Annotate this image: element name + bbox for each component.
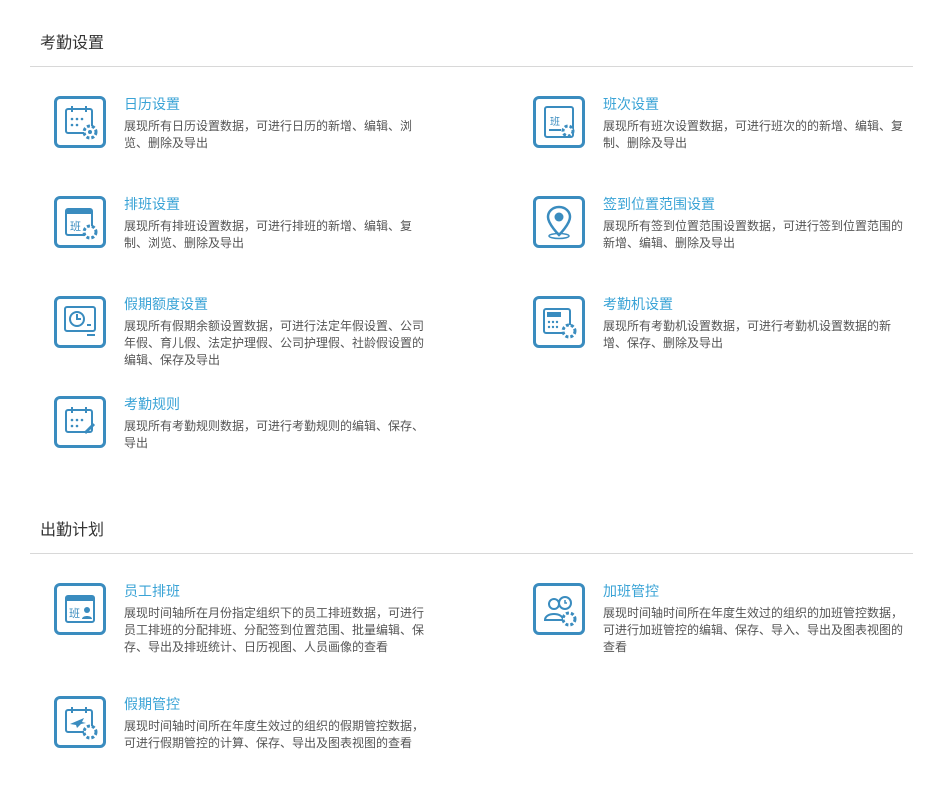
item-attendance-rules[interactable]: 考勤规则 展现所有考勤规则数据，可进行考勤规则的编辑、保存、导出	[54, 396, 474, 476]
item-title[interactable]: 假期管控	[124, 696, 180, 714]
item-title[interactable]: 考勤机设置	[603, 296, 673, 314]
employee-schedule-icon: 班	[54, 583, 106, 635]
item-overtime-control[interactable]: 加班管控 展现时间轴时间所在年度生效过的组织的加班管控数据，可进行加班管控的编辑…	[533, 583, 941, 663]
item-description: 展现时间轴时间所在年度生效过的组织的加班管控数据，可进行加班管控的编辑、保存、导…	[603, 606, 904, 654]
section-divider	[30, 553, 913, 554]
overtime-control-icon	[533, 583, 585, 635]
item-attendance-machine-settings[interactable]: 考勤机设置 展现所有考勤机设置数据，可进行考勤机设置数据的新增、保存、删除及导出	[533, 296, 941, 376]
section-attendance-plan: 出勤计划 班 员工排班 展现时间轴所在月份指定组织下的员工排班数据，可进行员工排…	[30, 520, 913, 800]
section-title: 出勤计划	[40, 520, 105, 539]
item-title[interactable]: 考勤规则	[124, 396, 180, 414]
item-description: 展现所有考勤规则数据，可进行考勤规则的编辑、保存、导出	[124, 419, 425, 450]
calendar-settings-icon	[54, 96, 106, 148]
attendance-rules-icon	[54, 396, 106, 448]
item-description: 展现所有考勤机设置数据，可进行考勤机设置数据的新增、保存、删除及导出	[603, 319, 892, 350]
shift-settings-icon: 班	[533, 96, 585, 148]
item-title[interactable]: 日历设置	[124, 96, 180, 114]
item-title[interactable]: 排班设置	[124, 196, 180, 214]
item-title[interactable]: 签到位置范围设置	[603, 196, 715, 214]
item-employee-schedule[interactable]: 班 员工排班 展现时间轴所在月份指定组织下的员工排班数据，可进行员工排班的分配排…	[54, 583, 474, 663]
item-schedule-settings[interactable]: 班 排班设置 展现所有排班设置数据，可进行排班的新增、编辑、复制、浏览、删除及导…	[54, 196, 474, 276]
item-description: 展现时间轴时间所在年度生效过的组织的假期管控数据，可进行假期管控的计算、保存、导…	[124, 719, 425, 750]
item-title[interactable]: 加班管控	[603, 583, 659, 601]
item-leave-control[interactable]: 假期管控 展现时间轴时间所在年度生效过的组织的假期管控数据，可进行假期管控的计算…	[54, 696, 474, 776]
section-attendance-settings: 考勤设置 日历设置 展现所有日历设置数据，可进行日历的新增、编辑、浏览、删除及导…	[30, 33, 913, 453]
section-title: 考勤设置	[40, 33, 105, 52]
svg-text:班: 班	[550, 116, 560, 128]
item-shift-settings[interactable]: 班 班次设置 展现所有班次设置数据，可进行班次的的新增、编辑、复制、删除及导出	[533, 96, 941, 176]
item-description: 展现时间轴所在月份指定组织下的员工排班数据，可进行员工排班的分配排班、分配签到位…	[124, 606, 425, 654]
item-title[interactable]: 班次设置	[603, 96, 659, 114]
item-description: 展现所有签到位置范围设置数据，可进行签到位置范围的新增、编辑、删除及导出	[603, 219, 904, 250]
location-pin-icon	[533, 196, 585, 248]
item-title[interactable]: 假期额度设置	[124, 296, 208, 314]
item-description: 展现所有日历设置数据，可进行日历的新增、编辑、浏览、删除及导出	[124, 119, 413, 150]
attendance-machine-icon	[533, 296, 585, 348]
item-leave-quota-settings[interactable]: 假期额度设置 展现所有假期余额设置数据，可进行法定年假设置、公司年假、育儿假、法…	[54, 296, 474, 376]
item-title[interactable]: 员工排班	[124, 583, 180, 601]
leave-quota-icon	[54, 296, 106, 348]
item-description: 展现所有班次设置数据，可进行班次的的新增、编辑、复制、删除及导出	[603, 119, 904, 150]
item-checkin-location-settings[interactable]: 签到位置范围设置 展现所有签到位置范围设置数据，可进行签到位置范围的新增、编辑、…	[533, 196, 941, 276]
leave-control-icon	[54, 696, 106, 748]
svg-text:班: 班	[70, 220, 81, 233]
schedule-settings-icon: 班	[54, 196, 106, 248]
item-description: 展现所有排班设置数据，可进行排班的新增、编辑、复制、浏览、删除及导出	[124, 219, 413, 250]
item-calendar-settings[interactable]: 日历设置 展现所有日历设置数据，可进行日历的新增、编辑、浏览、删除及导出	[54, 96, 474, 176]
section-divider	[30, 66, 913, 67]
svg-text:班: 班	[69, 607, 80, 620]
item-description: 展现所有假期余额设置数据，可进行法定年假设置、公司年假、育儿假、法定护理假、公司…	[124, 319, 425, 367]
